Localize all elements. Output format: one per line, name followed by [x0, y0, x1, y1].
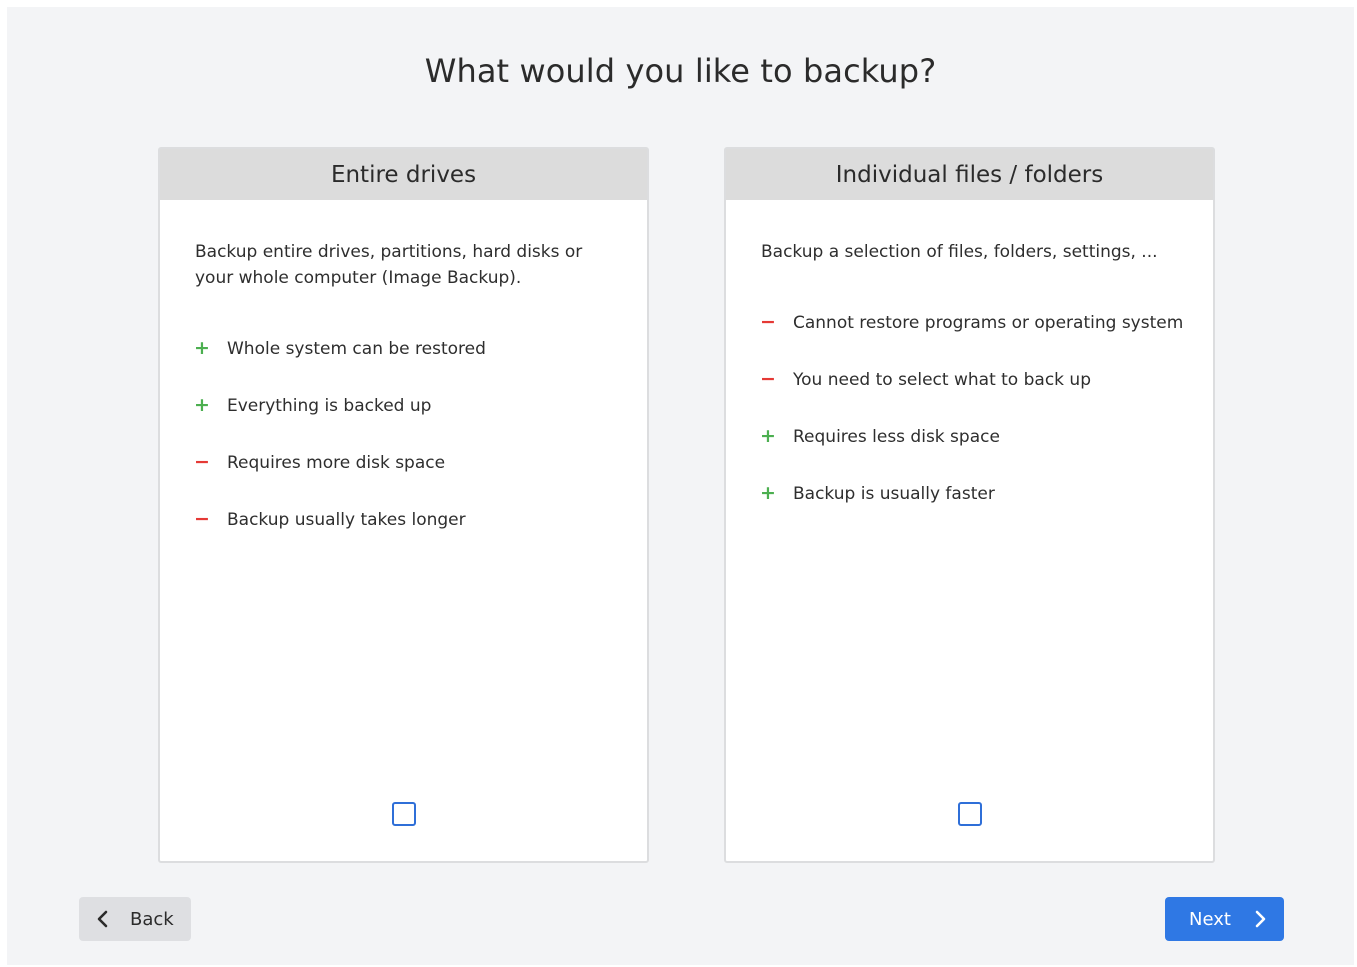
chevron-left-icon — [97, 910, 108, 928]
feature-text: Backup usually takes longer — [227, 509, 466, 530]
feature-item: + Backup is usually faster — [760, 465, 1193, 522]
plus-icon: + — [760, 425, 776, 447]
plus-icon: + — [194, 394, 210, 416]
feature-text: Backup is usually faster — [793, 483, 995, 504]
minus-icon: − — [194, 451, 210, 473]
feature-text: You need to select what to back up — [793, 369, 1091, 390]
card-description: Backup a selection of files, folders, se… — [761, 242, 1158, 262]
feature-list: − Cannot restore programs or operating s… — [760, 294, 1193, 522]
feature-item: − You need to select what to back up — [760, 351, 1193, 408]
plus-icon: + — [760, 482, 776, 504]
feature-text: Cannot restore programs or operating sys… — [793, 312, 1184, 333]
feature-text: Whole system can be restored — [227, 338, 486, 359]
feature-item: + Requires less disk space — [760, 408, 1193, 465]
next-button-label: Next — [1189, 908, 1231, 930]
card-header: Individual files / folders — [726, 149, 1213, 200]
card-header: Entire drives — [160, 149, 647, 200]
minus-icon: − — [194, 508, 210, 530]
feature-item: − Cannot restore programs or operating s… — [760, 294, 1193, 351]
feature-text: Everything is backed up — [227, 395, 432, 416]
feature-text: Requires more disk space — [227, 452, 446, 473]
page-title: What would you like to backup? — [424, 52, 937, 90]
plus-icon: + — [194, 337, 210, 359]
minus-icon: − — [760, 368, 776, 390]
entire-drives-checkbox[interactable] — [391, 802, 416, 826]
back-button-label: Back — [130, 908, 174, 930]
feature-item: − Backup usually takes longer — [194, 491, 627, 548]
back-button[interactable]: Back — [79, 897, 191, 941]
option-card-individual-files[interactable]: Individual files / folders Backup a sele… — [724, 147, 1215, 863]
feature-text: Requires less disk space — [793, 426, 1000, 447]
wizard-window: What would you like to backup? Entire dr… — [7, 7, 1354, 965]
next-button[interactable]: Next — [1165, 897, 1284, 941]
feature-item: + Everything is backed up — [194, 377, 627, 434]
feature-list: + Whole system can be restored + Everyth… — [194, 320, 627, 548]
feature-item: − Requires more disk space — [194, 434, 627, 491]
minus-icon: − — [760, 311, 776, 333]
feature-item: + Whole system can be restored — [194, 320, 627, 377]
individual-files-checkbox[interactable] — [957, 802, 982, 826]
option-card-entire-drives[interactable]: Entire drives Backup entire drives, part… — [158, 147, 649, 863]
chevron-right-icon — [1255, 910, 1266, 928]
card-description: Backup entire drives, partitions, hard d… — [195, 242, 583, 288]
